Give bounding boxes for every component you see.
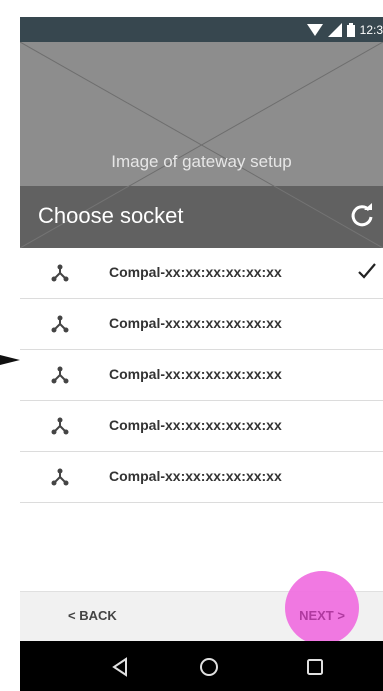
next-button[interactable]: NEXT > [285,608,359,623]
choose-socket-bar: Choose socket [20,186,383,248]
home-circle-icon[interactable] [195,653,223,681]
hero-image-placeholder: Image of gateway setup Choose socket [20,42,383,248]
battery-icon [346,22,355,37]
socket-list: Compal-xx:xx:xx:xx:xx:xx Compal-xx:xx:xx… [20,248,383,503]
back-button[interactable]: < BACK [68,608,117,623]
signal-icon [327,22,342,37]
status-icons: 12:3 [306,17,383,42]
socket-label: Compal-xx:xx:xx:xx:xx:xx [109,417,282,433]
wifi-icon [306,23,323,36]
checkmark-icon [358,263,376,279]
system-navigation-bar [20,641,383,691]
choose-socket-title: Choose socket [38,203,184,228]
refresh-icon[interactable] [347,201,377,231]
phone-screen: 12:3 Image of gateway setup Choose socke… [20,17,383,691]
hero-caption: Image of gateway setup [111,152,292,171]
socket-list-item[interactable]: Compal-xx:xx:xx:xx:xx:xx [20,401,383,452]
socket-network-icon [51,264,69,282]
socket-network-icon [51,315,69,333]
status-bar: 12:3 [20,17,383,42]
socket-network-icon [51,366,69,384]
back-triangle-icon[interactable] [106,653,134,681]
socket-label: Compal-xx:xx:xx:xx:xx:xx [109,468,282,484]
recents-square-icon[interactable] [301,653,329,681]
socket-list-item[interactable]: Compal-xx:xx:xx:xx:xx:xx [20,452,383,503]
annotation-pointer-arrow [0,355,20,365]
status-time: 12:3 [359,22,383,37]
socket-list-item[interactable]: Compal-xx:xx:xx:xx:xx:xx [20,248,383,299]
socket-list-item[interactable]: Compal-xx:xx:xx:xx:xx:xx [20,350,383,401]
socket-list-item[interactable]: Compal-xx:xx:xx:xx:xx:xx [20,299,383,350]
socket-network-icon [51,417,69,435]
socket-network-icon [51,468,69,486]
socket-label: Compal-xx:xx:xx:xx:xx:xx [109,264,282,280]
socket-label: Compal-xx:xx:xx:xx:xx:xx [109,366,282,382]
socket-label: Compal-xx:xx:xx:xx:xx:xx [109,315,282,331]
